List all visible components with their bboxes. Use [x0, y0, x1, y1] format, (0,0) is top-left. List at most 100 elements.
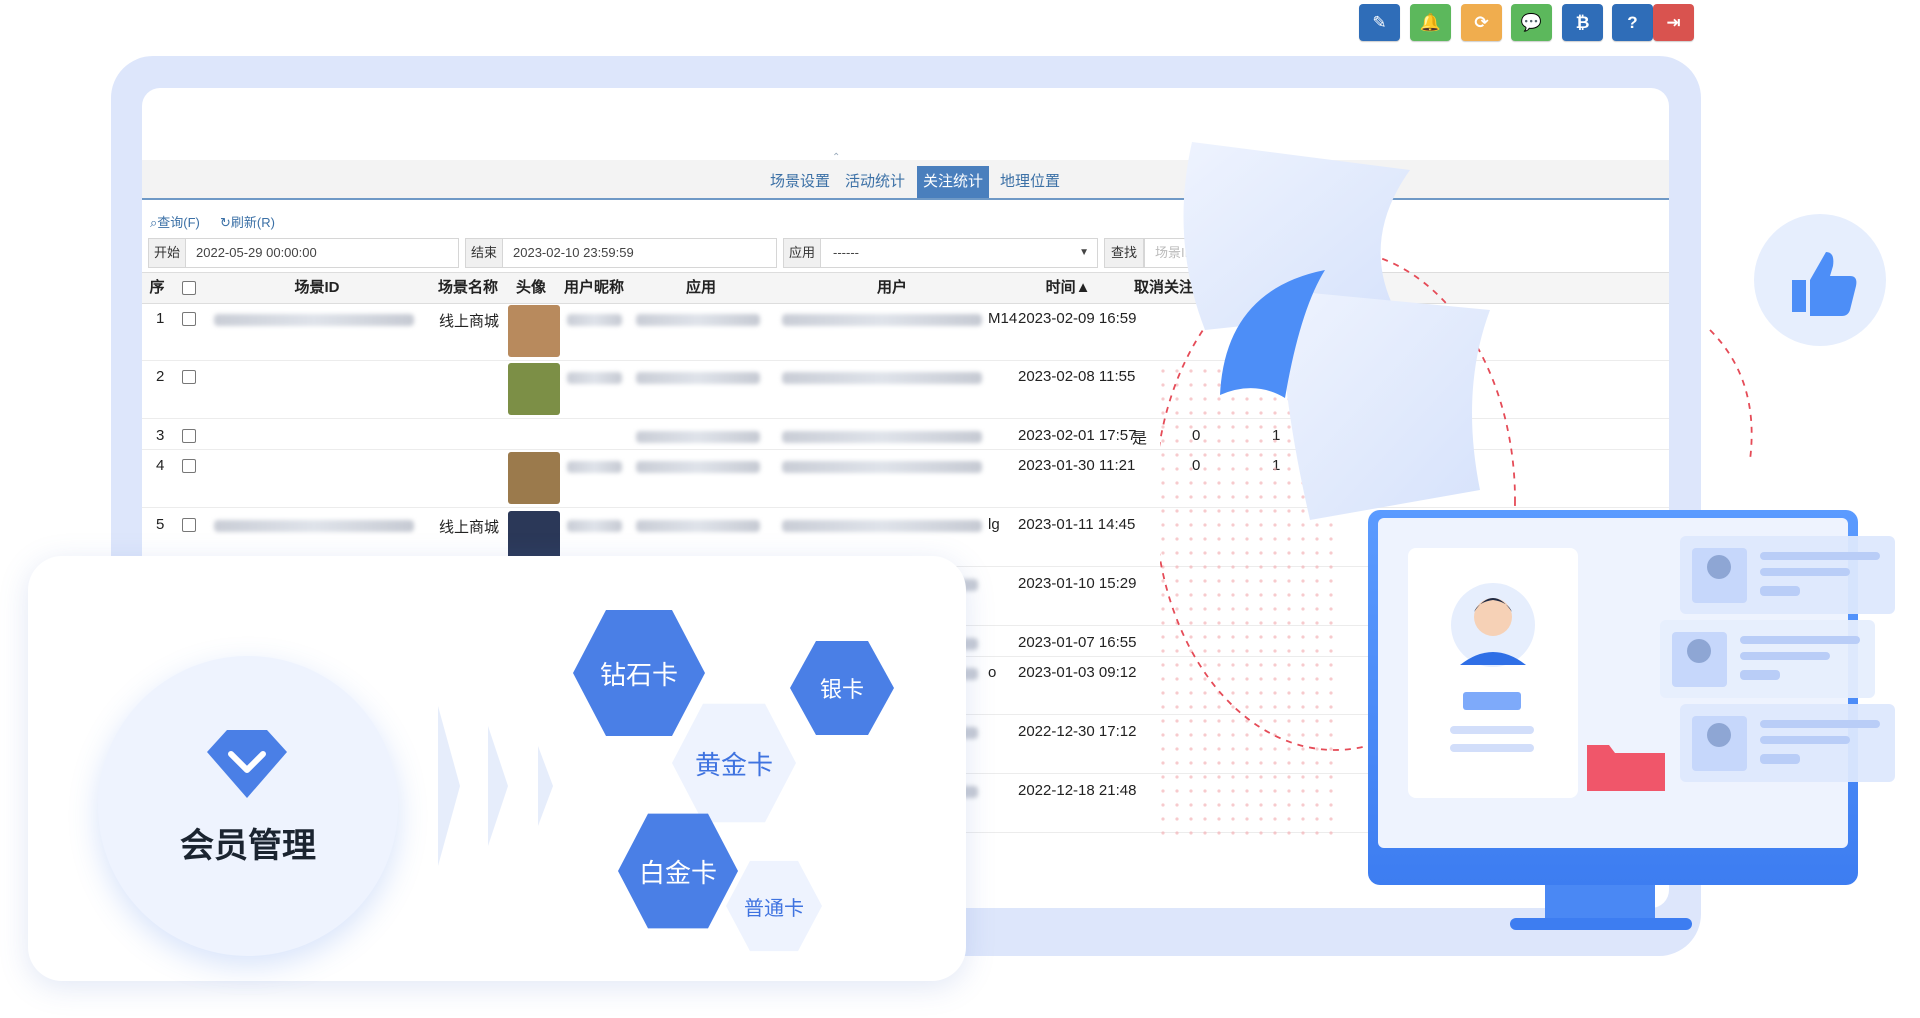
query-button[interactable]: ⌕查询(F) [150, 212, 200, 231]
col-avatar: 头像 [515, 279, 546, 296]
col-user[interactable]: 用户 [772, 273, 1012, 303]
platinum-card-badge[interactable]: 白金卡 [618, 813, 738, 929]
follow-time: 2023-02-01 17:57 [1018, 427, 1137, 444]
follow-time: 2023-01-11 14:45 [1018, 516, 1136, 533]
refresh-icon: ⟳ [1474, 12, 1489, 32]
member-management-card: 会员管理 钻石卡 银卡 黄金卡 白金卡 普通卡 [28, 556, 966, 981]
app-id-blurred [636, 461, 760, 473]
arrow-chevrons [438, 706, 553, 866]
user-id-blurred [782, 461, 982, 473]
wechat-button[interactable]: 💬 [1511, 4, 1552, 41]
nickname-blurred [567, 461, 622, 473]
follow-time: 2022-12-18 21:48 [1018, 782, 1137, 799]
col-scene-name[interactable]: 场景名称 [432, 273, 504, 303]
chevron-down-icon: ▼ [1079, 247, 1089, 258]
find-button[interactable]: 查找 [1104, 238, 1144, 268]
app-id-blurred [636, 520, 760, 532]
scene-id-blurred [214, 520, 414, 532]
help-icon: ? [1627, 12, 1638, 32]
user-id-blurred [782, 431, 982, 443]
logout-button[interactable]: ⇥ [1653, 4, 1694, 41]
user-id-suffix: o [988, 664, 997, 681]
row-checkbox[interactable] [182, 429, 196, 443]
user-id-suffix: lg [988, 516, 1000, 533]
app-id-blurred [636, 314, 760, 326]
app-select[interactable]: ------ ▼ [820, 238, 1098, 268]
col-index: 序 [149, 279, 165, 296]
follow-time: 2022-12-30 17:12 [1018, 723, 1137, 740]
paper-sheet-icon [1280, 290, 1490, 520]
row-index: 5 [156, 516, 165, 533]
nickname-blurred [567, 314, 622, 326]
follow-time: 2023-01-03 09:12 [1018, 664, 1137, 681]
start-date-input[interactable]: 2022-05-29 00:00:00 [185, 238, 459, 268]
user-avatar [508, 305, 560, 357]
user-avatar [508, 452, 560, 504]
tab-follow-stats[interactable]: 关注统计 [917, 166, 990, 198]
diamond-card-badge[interactable]: 钻石卡 [573, 610, 705, 736]
follow-time: 2023-01-30 11:21 [1018, 457, 1136, 474]
scene-name: 线上商城 [439, 519, 500, 536]
contact-card [1680, 536, 1895, 614]
contact-card [1660, 620, 1875, 698]
illustration [1160, 142, 1895, 930]
help-button[interactable]: ? [1612, 4, 1653, 41]
row-checkbox[interactable] [182, 459, 196, 473]
bitcoin-icon: ₿ [1575, 12, 1590, 32]
refresh-small-icon: ↻ [220, 215, 231, 230]
select-all-checkbox[interactable] [182, 281, 196, 295]
start-label: 开始 [148, 238, 186, 268]
monitor-base [1510, 918, 1692, 930]
refresh-label: 刷新(R) [230, 215, 275, 230]
col-scene-id[interactable]: 场景ID [202, 273, 432, 303]
row-checkbox[interactable] [182, 312, 196, 326]
silver-card-badge[interactable]: 银卡 [790, 641, 894, 735]
user-id-blurred [782, 314, 982, 326]
refresh-button[interactable]: ↻刷新(R) [220, 212, 275, 231]
app-id-blurred [636, 431, 760, 443]
row-index: 1 [156, 310, 165, 327]
end-date-input[interactable]: 2023-02-10 23:59:59 [502, 238, 777, 268]
wechat-icon: 💬 [1520, 12, 1543, 32]
edit-button[interactable]: ✎ [1359, 4, 1400, 41]
row-checkbox[interactable] [182, 518, 196, 532]
nickname-blurred [567, 372, 622, 384]
col-nickname[interactable]: 用户昵称 [558, 273, 630, 303]
bell-icon: 🔔 [1419, 12, 1442, 32]
tab-scene-settings[interactable]: 场景设置 [764, 168, 836, 196]
gold-card-badge[interactable]: 黄金卡 [672, 703, 796, 823]
edit-icon: ✎ [1372, 12, 1387, 32]
cancel-follow-flag: 是 [1132, 430, 1148, 447]
app-select-value: ------ [833, 245, 859, 260]
follow-time: 2023-01-10 15:29 [1018, 575, 1137, 592]
tab-geo-location[interactable]: 地理位置 [994, 168, 1066, 196]
contact-card [1680, 704, 1895, 782]
follow-time: 2023-02-09 16:59 [1018, 310, 1137, 327]
follow-time: 2023-02-08 11:55 [1018, 368, 1136, 385]
scene-id-blurred [214, 314, 414, 326]
member-title: 会员管理 [180, 827, 316, 865]
bell-button[interactable]: 🔔 [1410, 4, 1451, 41]
row-index: 4 [156, 457, 165, 474]
col-app[interactable]: 应用 [630, 273, 772, 303]
follow-time: 2023-01-07 16:55 [1018, 634, 1137, 651]
diamond-icon [207, 730, 287, 798]
user-avatar [508, 363, 560, 415]
logout-icon: ⇥ [1666, 12, 1681, 32]
col-time[interactable]: 时间▲ [1012, 273, 1124, 303]
user-id-blurred [782, 520, 982, 532]
scene-name: 线上商城 [439, 313, 500, 330]
app-id-blurred [636, 372, 760, 384]
user-id-blurred [782, 372, 982, 384]
bitcoin-button[interactable]: ₿ [1562, 4, 1603, 41]
end-label: 结束 [465, 238, 503, 268]
member-circle [98, 656, 398, 956]
user-id-suffix: M14 [988, 310, 1018, 327]
refresh-button[interactable]: ⟳ [1461, 4, 1502, 41]
query-label: 查询(F) [157, 215, 200, 230]
normal-card-badge[interactable]: 普通卡 [726, 860, 822, 952]
row-checkbox[interactable] [182, 370, 196, 384]
row-index: 2 [156, 368, 165, 385]
nickname-blurred [567, 520, 622, 532]
tab-activity-stats[interactable]: 活动统计 [839, 168, 911, 196]
